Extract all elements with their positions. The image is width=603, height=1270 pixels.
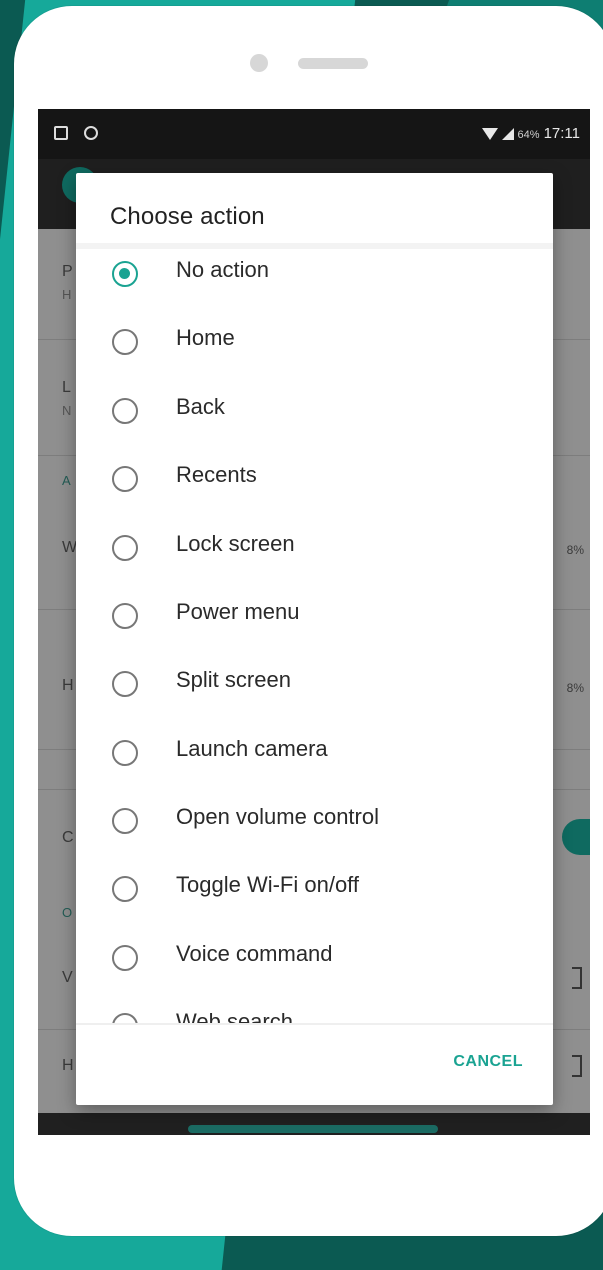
option-toggle-wifi[interactable]: Toggle Wi-Fi on/off	[76, 868, 553, 936]
option-split-screen[interactable]: Split screen	[76, 663, 553, 731]
radio-icon[interactable]	[112, 398, 138, 424]
option-power-menu[interactable]: Power menu	[76, 595, 553, 663]
bg-row-label: V	[62, 969, 73, 986]
option-label: Web search	[176, 1009, 293, 1023]
bg-row-value: 8%	[566, 681, 584, 695]
dialog-title: Choose action	[110, 203, 265, 230]
bg-row-label: L	[62, 379, 71, 396]
radio-icon[interactable]	[112, 603, 138, 629]
radio-icon[interactable]	[112, 876, 138, 902]
action-options-list[interactable]: No action Home Back Recents Lock screen …	[76, 249, 553, 1023]
option-voice-command[interactable]: Voice command	[76, 937, 553, 1005]
clock: 17:11	[543, 125, 580, 142]
option-label: Home	[176, 325, 235, 350]
sync-icon	[84, 126, 98, 140]
status-bar: 64% 17:11	[38, 109, 590, 159]
option-label: Split screen	[176, 667, 291, 692]
speaker-grille	[298, 58, 368, 69]
navigation-bar	[38, 1113, 590, 1135]
option-label: Toggle Wi-Fi on/off	[176, 872, 360, 897]
option-back[interactable]: Back	[76, 390, 553, 458]
bg-checkbox	[572, 1055, 582, 1077]
bg-row-label: H	[62, 1057, 74, 1074]
option-open-volume-control[interactable]: Open volume control	[76, 800, 553, 868]
option-label: Voice command	[176, 941, 333, 966]
bg-row-sublabel: N	[62, 403, 72, 418]
bg-toggle	[562, 819, 590, 855]
option-lock-screen[interactable]: Lock screen	[76, 527, 553, 595]
option-recents[interactable]: Recents	[76, 458, 553, 526]
wifi-icon	[481, 128, 498, 141]
option-label: Lock screen	[176, 531, 295, 556]
bg-row-label: P	[62, 263, 73, 280]
radio-icon[interactable]	[112, 466, 138, 492]
notification-icon	[54, 126, 68, 140]
nav-accent	[188, 1125, 438, 1133]
front-camera	[250, 54, 268, 72]
option-web-search[interactable]: Web search	[76, 1005, 553, 1023]
radio-icon[interactable]	[112, 1013, 138, 1023]
cancel-button[interactable]: CANCEL	[453, 1053, 523, 1071]
bg-row-value: 8%	[566, 543, 584, 557]
option-label: Recents	[176, 462, 257, 487]
radio-icon[interactable]	[112, 671, 138, 697]
option-launch-camera[interactable]: Launch camera	[76, 732, 553, 800]
radio-selected-icon[interactable]	[112, 261, 138, 287]
footer-divider	[76, 1023, 553, 1025]
status-right: 64% 17:11	[481, 109, 580, 160]
radio-icon[interactable]	[112, 740, 138, 766]
bg-row-sublabel: H	[62, 287, 72, 302]
radio-icon[interactable]	[112, 808, 138, 834]
bg-section-header: A	[62, 473, 71, 488]
option-label: No action	[176, 257, 269, 282]
radio-icon[interactable]	[112, 535, 138, 561]
signal-icon	[501, 128, 514, 141]
bg-section-header: O	[62, 905, 73, 920]
bg-row-label: H	[62, 677, 74, 694]
option-label: Open volume control	[176, 804, 379, 829]
option-no-action[interactable]: No action	[76, 253, 553, 321]
battery-percent: 64%	[517, 129, 540, 141]
bg-checkbox	[572, 967, 582, 989]
radio-icon[interactable]	[112, 329, 138, 355]
radio-icon[interactable]	[112, 945, 138, 971]
option-label: Back	[176, 394, 225, 419]
bg-row-label: W	[62, 539, 78, 556]
choose-action-dialog: Choose action No action Home Back Recent…	[76, 173, 553, 1105]
option-home[interactable]: Home	[76, 321, 553, 389]
option-label: Launch camera	[176, 736, 328, 761]
option-label: Power menu	[176, 599, 300, 624]
bg-row-label: C	[62, 829, 74, 846]
